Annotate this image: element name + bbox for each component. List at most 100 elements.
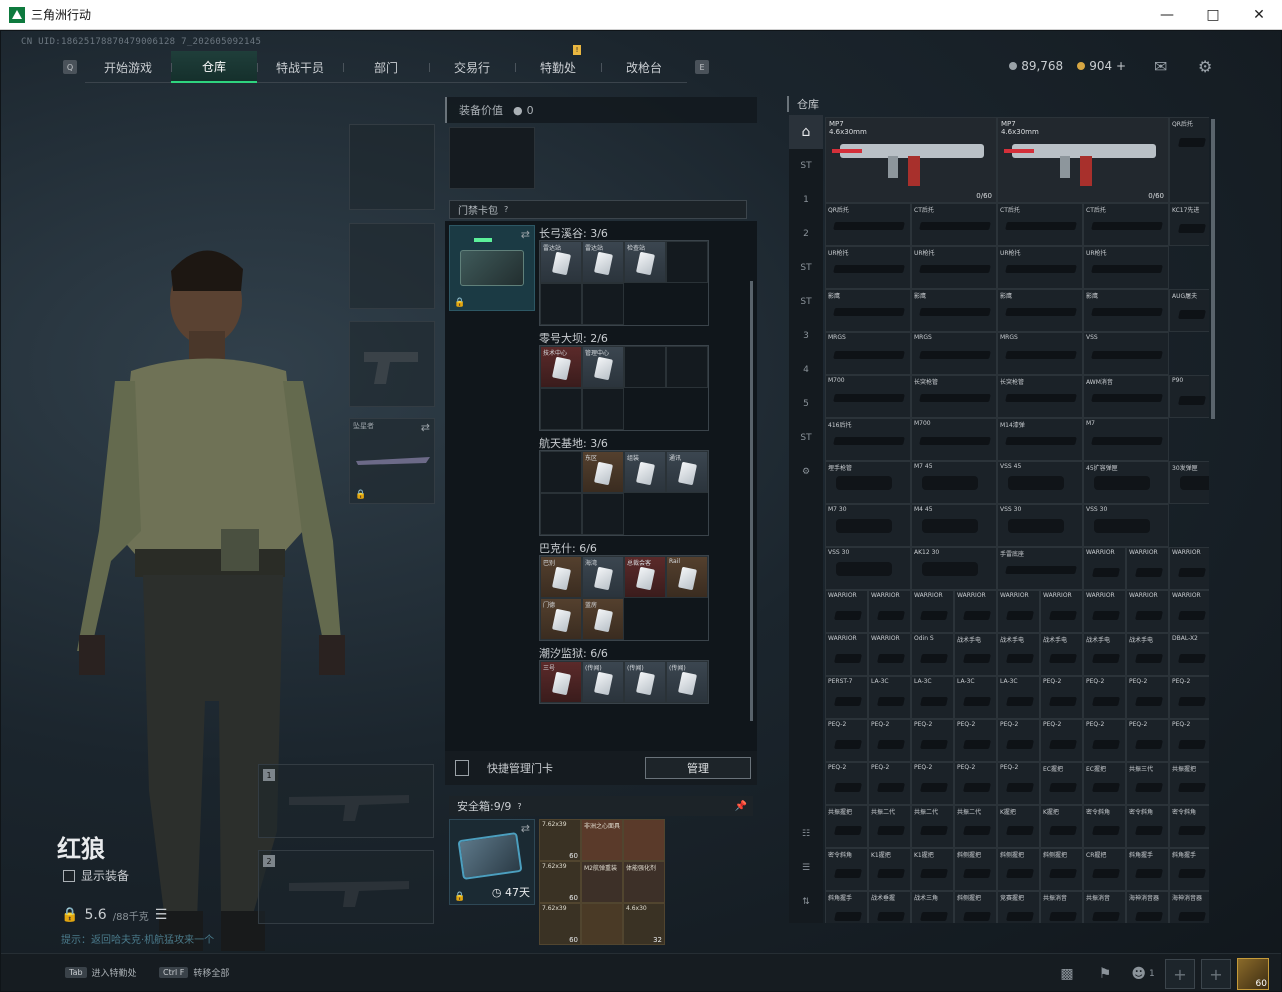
warehouse-item[interactable]: M700 (911, 418, 997, 461)
warehouse-tab-icon[interactable]: 3 (789, 319, 823, 353)
warehouse-item[interactable]: K握把 (1040, 805, 1083, 848)
warehouse-item[interactable]: LA-3C (868, 676, 911, 719)
keycard-item[interactable]: 总裁会客 (624, 556, 666, 598)
warehouse-item[interactable]: VSS 45 (997, 461, 1083, 504)
keycard-item[interactable]: 检查站 (624, 241, 666, 283)
empty-cell[interactable] (582, 283, 624, 325)
warehouse-item[interactable]: AK12 30 (911, 547, 997, 590)
warehouse-item[interactable]: 共振握把 (825, 805, 868, 848)
safebox-slot[interactable]: 7.62x39 60 (539, 819, 581, 861)
empty-cell[interactable] (540, 283, 582, 325)
maximize-icon[interactable]: □ (1190, 0, 1236, 30)
minimize-icon[interactable]: — (1144, 0, 1190, 30)
warehouse-item[interactable]: PEQ-2 (825, 762, 868, 805)
show-gear-toggle[interactable]: 显示装备 (63, 867, 129, 884)
empty-cell[interactable] (624, 346, 666, 388)
warehouse-tab-icon[interactable]: ST (789, 421, 823, 455)
warehouse-scrollbar[interactable] (1211, 119, 1215, 419)
keycard-item[interactable]: 通讯 (666, 451, 708, 493)
safebox-slot[interactable] (581, 903, 623, 945)
warehouse-tab-icon[interactable]: 4 (789, 353, 823, 387)
warehouse-item[interactable]: 手雷底座 (997, 547, 1083, 590)
weight-detail-icon[interactable]: ☰ (155, 907, 168, 923)
warehouse-item[interactable]: PEQ-2 (1040, 719, 1083, 762)
keycard-item[interactable]: (传闻) (582, 661, 624, 703)
helmet-slot[interactable] (349, 124, 435, 210)
warehouse-item[interactable]: KC17先进 (1169, 203, 1209, 246)
warehouse-item[interactable]: UR枪托 (997, 246, 1083, 289)
pistol-slot[interactable] (349, 321, 435, 407)
warehouse-item[interactable]: VSS 30 (1083, 504, 1169, 547)
warehouse-item[interactable]: WARRIOR (954, 590, 997, 633)
primary-weapon-slot-2[interactable]: 2 (258, 850, 434, 924)
warehouse-item[interactable]: 密令斜角 (1126, 805, 1169, 848)
empty-cell[interactable] (582, 493, 624, 535)
keycard-item[interactable]: (传闻) (666, 661, 708, 703)
warehouse-item[interactable]: PEQ-2 (868, 762, 911, 805)
keycard-item[interactable]: (传闻) (624, 661, 666, 703)
warehouse-all-icon[interactable]: ⌂ (789, 115, 823, 149)
warehouse-item[interactable]: 斜角握手 (1126, 848, 1169, 891)
warehouse-item[interactable]: PEQ-2 (997, 762, 1040, 805)
warehouse-item[interactable]: 共振消音 (1040, 891, 1083, 923)
warehouse-item[interactable]: 斜角握手 (825, 891, 868, 923)
warehouse-item[interactable]: 45扩容弹匣 (1083, 461, 1169, 504)
warehouse-item[interactable]: M700 (825, 375, 911, 418)
keycard-scrollbar[interactable] (750, 281, 753, 721)
warehouse-item[interactable]: CT后托 (997, 203, 1083, 246)
warehouse-item[interactable]: PEQ-2 (911, 762, 954, 805)
keycard-item[interactable]: 三号 (540, 661, 582, 703)
warehouse-item[interactable]: AUG屠夫 (1169, 289, 1209, 332)
help-icon[interactable]: ? (504, 205, 508, 214)
warehouse-item[interactable]: 密令斜角 (1169, 805, 1209, 848)
empty-cell[interactable] (540, 493, 582, 535)
warehouse-item[interactable]: 影鹰 (1083, 289, 1169, 332)
warehouse-item[interactable]: 416后托 (825, 418, 911, 461)
warehouse-item[interactable]: UR枪托 (911, 246, 997, 289)
warehouse-item[interactable]: CT后托 (911, 203, 997, 246)
warehouse-item[interactable]: EC握把 (1040, 762, 1083, 805)
warehouse-item[interactable]: 战术手电 (1126, 633, 1169, 676)
warehouse-item[interactable]: 共振消音 (1083, 891, 1126, 923)
warehouse-item[interactable]: PEQ-2 (868, 719, 911, 762)
tab-department[interactable]: 部门 (343, 51, 429, 83)
warehouse-item[interactable]: K1握把 (868, 848, 911, 891)
stats-icon[interactable]: ▩ (1051, 960, 1083, 988)
warehouse-item[interactable]: 长突枪管 (997, 375, 1083, 418)
swap-icon[interactable]: ⇄ (521, 228, 530, 241)
safebox-item[interactable]: ⇄ 🔒 ◷ 47天 (449, 819, 535, 905)
warehouse-item[interactable]: 斜侧握把 (997, 848, 1040, 891)
warehouse-item[interactable]: UR枪托 (1083, 246, 1169, 289)
tab-operators[interactable]: 特战干员 (257, 51, 343, 83)
safebox-slot[interactable]: 4.6x30 32 (623, 903, 665, 945)
warehouse-item[interactable]: PEQ-2 (1126, 676, 1169, 719)
warehouse-item[interactable]: WARRIOR (868, 633, 911, 676)
warehouse-item[interactable]: K握把 (997, 805, 1040, 848)
armor-slot[interactable] (349, 223, 435, 309)
warehouse-item[interactable]: PEQ-2 (1083, 719, 1126, 762)
warehouse-item[interactable]: 共振二代 (911, 805, 954, 848)
warehouse-item[interactable]: 战术三角 (911, 891, 954, 923)
warehouse-item[interactable]: 密令斜角 (825, 848, 868, 891)
warehouse-tab-icon[interactable]: 5 (789, 387, 823, 421)
warehouse-item[interactable]: MRGS (997, 332, 1083, 375)
warehouse-item[interactable]: PEQ-2 (1169, 676, 1209, 719)
warehouse-item[interactable]: PEQ-2 (1040, 676, 1083, 719)
warehouse-item[interactable]: K1握把 (911, 848, 954, 891)
warehouse-item[interactable]: PEQ-2 (1126, 719, 1169, 762)
help-icon[interactable]: ? (517, 802, 521, 811)
empty-cell[interactable] (666, 241, 708, 283)
swap-icon[interactable]: ⇄ (521, 822, 530, 835)
warehouse-item[interactable]: 共振三代 (1126, 762, 1169, 805)
safebox-slot[interactable]: 7.62x39 60 (539, 903, 581, 945)
warehouse-item[interactable]: PEQ-2 (911, 719, 954, 762)
empty-cell[interactable] (540, 451, 582, 493)
warehouse-item[interactable]: UR枪托 (825, 246, 911, 289)
mail-icon[interactable]: ✉ (1154, 57, 1167, 76)
warehouse-item[interactable]: M7 (1083, 418, 1169, 461)
add-gold-button[interactable]: + (1116, 59, 1126, 73)
squad-icon[interactable]: ☻ 1 (1127, 960, 1159, 988)
warehouse-item[interactable]: 斜侧握把 (954, 848, 997, 891)
keycard-item[interactable]: 东区 (582, 451, 624, 493)
warehouse-item[interactable]: WARRIOR (825, 590, 868, 633)
